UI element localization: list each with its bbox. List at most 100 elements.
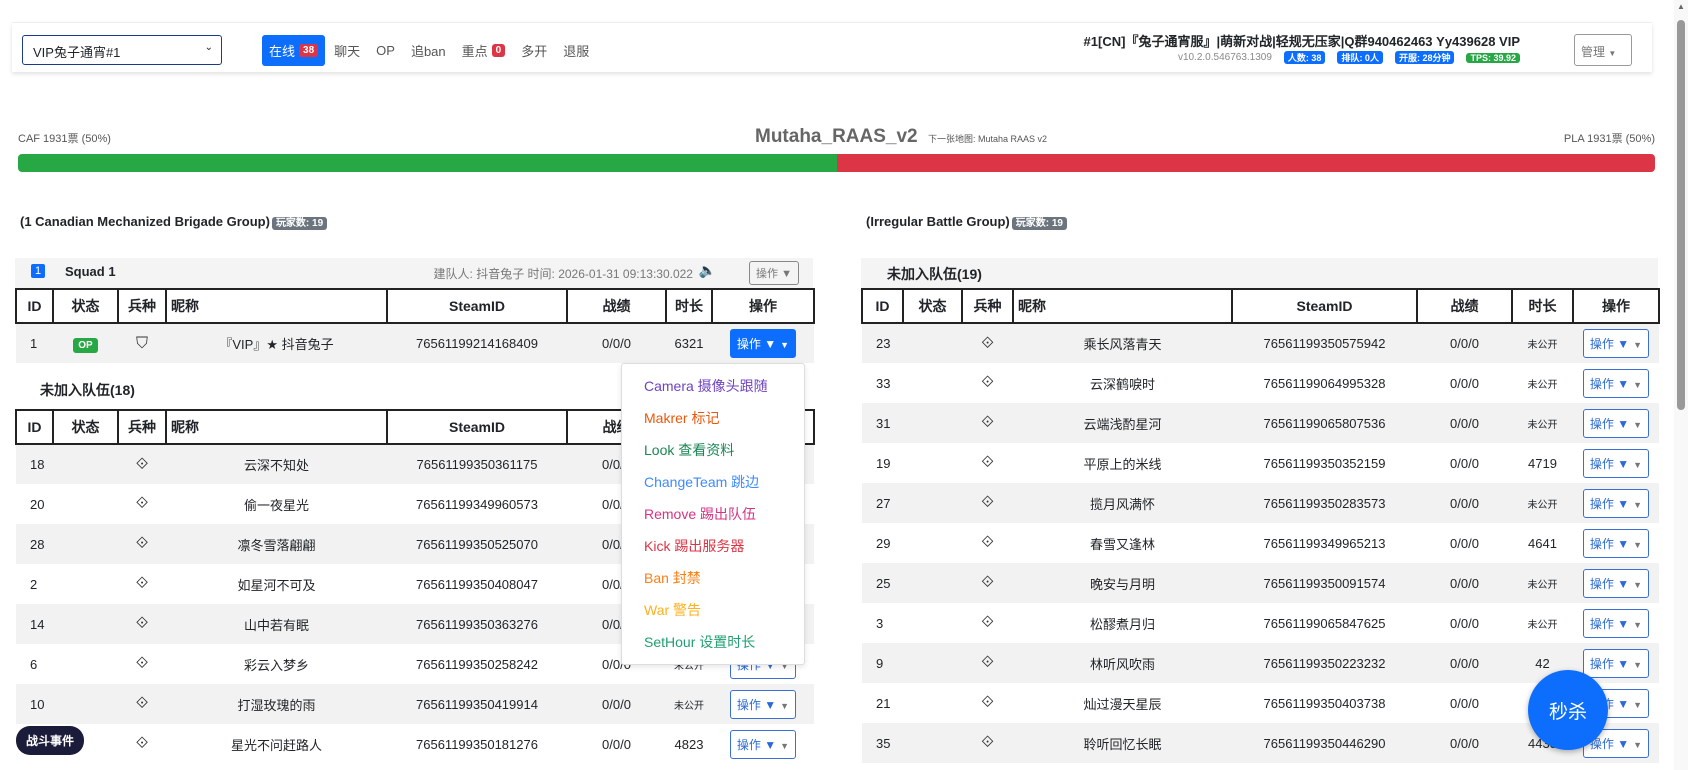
rank-chevron-icon: ⛉ <box>135 334 148 352</box>
score: 0/0/0 <box>1450 615 1479 631</box>
play-time: 未公开 <box>1512 563 1573 603</box>
role-rifleman-icon: ⟐ <box>981 614 994 631</box>
action-button[interactable]: 操作 ▼▼ <box>1582 448 1650 478</box>
column-header: 状态 <box>52 288 119 324</box>
scroll-up-icon[interactable]: ▲ <box>1677 2 1685 11</box>
role-cell: ⟐ <box>118 724 166 764</box>
caret-down-icon: ▼ <box>1633 619 1643 630</box>
player-id: 2 <box>30 576 38 592</box>
player-id: 19 <box>876 455 891 471</box>
action-button[interactable]: 操作 ▼▼ <box>1582 329 1650 358</box>
action-cell: 操作 ▼▼ <box>1573 483 1659 523</box>
play-time: 未公开 <box>1527 379 1558 391</box>
player-nickname: 林听风吹雨 <box>1013 643 1232 683</box>
player-nickname: 云端浅酌星河 <box>1013 403 1232 443</box>
caret-down-icon: ▼ <box>1633 459 1643 470</box>
menu-item[interactable]: War 警告 <box>622 594 804 626</box>
player-id: 31 <box>862 403 903 443</box>
action-button[interactable]: 操作 ▼▼ <box>1582 608 1650 638</box>
menu-item[interactable]: SetHour 设置时长 <box>622 626 804 658</box>
play-time: 未公开 <box>1512 323 1573 363</box>
scrollbar-thumb[interactable] <box>1677 20 1685 410</box>
vote-bar-right <box>836 154 1655 172</box>
nav-tab[interactable]: 多开 <box>514 35 554 66</box>
speaker-muted-icon[interactable]: 🔈 <box>699 262 716 279</box>
player-count-badge: 玩家数: 19 <box>271 217 328 230</box>
squad-table: ID 状态 兵种 昵称 SteamID 战绩 时长 操作 1 OP ⛉ 『VIP』★ 抖音兔子 7656… <box>15 288 815 363</box>
team-name: (Irregular Battle Group) <box>866 214 1010 229</box>
server-version: v10.2.0.546763.1309 <box>1177 52 1272 63</box>
caret-down-icon: ▼ <box>1633 699 1643 710</box>
battle-events-button[interactable]: 战斗事件 <box>16 726 85 755</box>
player-id: 28 <box>16 524 53 564</box>
menu-item[interactable]: Camera 摄像头跟随 <box>622 370 804 402</box>
status-badge: OP <box>73 338 98 353</box>
action-button[interactable]: 操作 ▼▼ <box>1582 568 1650 598</box>
column-header: 战绩 <box>1416 288 1513 324</box>
nav-tab[interactable]: 聊天 <box>327 35 367 66</box>
nav-tab[interactable]: 退服 <box>556 35 596 66</box>
role-rifleman-icon: ⟐ <box>135 495 149 512</box>
role-rifleman-icon: ⟐ <box>981 374 994 391</box>
nav-tab-label: 重点 <box>461 44 488 59</box>
action-label: 操作 ▼ <box>736 737 777 752</box>
table-row: 23 ⟐ 乘长风落青天 76561199350575942 0/0/0 未公开 操作 ▼ ▼ <box>862 323 1659 363</box>
action-button[interactable]: 操作 ▼▼ <box>1582 488 1650 518</box>
player-nickname: 乘长风落青天 <box>1013 323 1232 363</box>
caret-down-icon: ▼ <box>1633 499 1643 510</box>
menu-item[interactable]: Remove 踢出队伍 <box>622 498 804 530</box>
table-row: 33 ⟐ 云深鹤唳时 76561199064995328 0/0/0 未公开 操作 ▼ ▼ <box>862 363 1659 403</box>
status-pill: 人数: 38 <box>1283 51 1326 64</box>
nav-tab[interactable]: OP <box>369 37 402 64</box>
menu-item[interactable]: ChangeTeam 跳边 <box>622 466 804 498</box>
action-button[interactable]: 操作 ▼▼ <box>729 689 797 719</box>
column-header: ID <box>15 288 54 324</box>
status-cell <box>903 323 962 363</box>
action-button[interactable]: 操作 ▼▼ <box>729 329 797 358</box>
caret-down-icon: ▼ <box>780 700 790 711</box>
player-nickname: 如星河不可及 <box>237 577 316 593</box>
menu-item[interactable]: Look 查看资料 <box>622 434 804 466</box>
steam-id: 76561199214168409 <box>387 323 567 363</box>
column-header: ID <box>15 409 54 445</box>
action-button[interactable]: 操作 ▼▼ <box>1582 408 1650 438</box>
action-label: 操作 ▼ <box>1589 536 1630 551</box>
caret-down-icon: ▼ <box>780 340 790 350</box>
nav-tab[interactable]: 在线 38 <box>262 35 326 66</box>
scrollbar[interactable]: ▲ <box>1674 0 1688 770</box>
action-button[interactable]: 操作 ▼▼ <box>1582 368 1650 398</box>
role-rifleman-icon: ⟐ <box>981 574 994 591</box>
action-button[interactable]: 操作 ▼▼ <box>1582 528 1650 558</box>
quick-kill-button[interactable]: 秒杀 <box>1528 670 1608 750</box>
action-label: 操作 ▼ <box>1589 416 1630 431</box>
action-button[interactable]: 操作 ▼▼ <box>729 729 797 759</box>
action-label: 操作 ▼ <box>736 697 777 712</box>
table-row: 10 ⟐ 打湿玫瑰的雨 76561199350419914 0/0/0 未公开 操作 ▼ ▼ <box>16 684 814 724</box>
score: 0/0/0 <box>1417 563 1512 603</box>
player-nickname: 晚安与月明 <box>1013 563 1232 603</box>
play-time: 未公开 <box>1512 403 1573 443</box>
nav-tab[interactable]: 追ban <box>404 35 453 66</box>
player-nickname: 云深鹤唳时 <box>1089 376 1155 392</box>
status-cell <box>53 484 118 524</box>
menu-item[interactable]: Makrer 标记 <box>622 402 804 434</box>
unassigned-title: 未加入队伍(19) <box>887 266 982 282</box>
caret-down-icon: ▼ <box>1633 419 1643 430</box>
squad-meta: 建队人: 抖音兔子 时间: 2026-01-31 09:13:30.022 <box>433 267 693 281</box>
status-cell <box>53 684 118 724</box>
steam-id: 76561199350283573 <box>1232 483 1417 523</box>
menu-item[interactable]: Kick 踢出服务器 <box>622 530 804 562</box>
right-unassigned-header: 未加入队伍(19) <box>861 258 1658 288</box>
nav-tab-label: 多开 <box>521 44 548 59</box>
squad-action-button[interactable]: 操作 ▼ <box>749 261 799 285</box>
manage-button[interactable]: 管理 ▼ <box>1574 34 1632 66</box>
table-header-row: ID状态兵种昵称SteamID战绩时长操作 <box>15 288 815 324</box>
nav-tab[interactable]: 重点 0 <box>455 35 513 66</box>
role-cell: ⟐ <box>118 524 166 564</box>
player-id: 35 <box>862 723 903 763</box>
action-button[interactable]: 操作 ▼▼ <box>1582 648 1650 678</box>
column-header: ID <box>861 288 904 324</box>
server-select[interactable]: VIP兔子通宵#1 ⌄ <box>22 35 222 65</box>
menu-item[interactable]: Ban 封禁 <box>622 562 804 594</box>
column-header: 昵称 <box>1012 288 1233 324</box>
